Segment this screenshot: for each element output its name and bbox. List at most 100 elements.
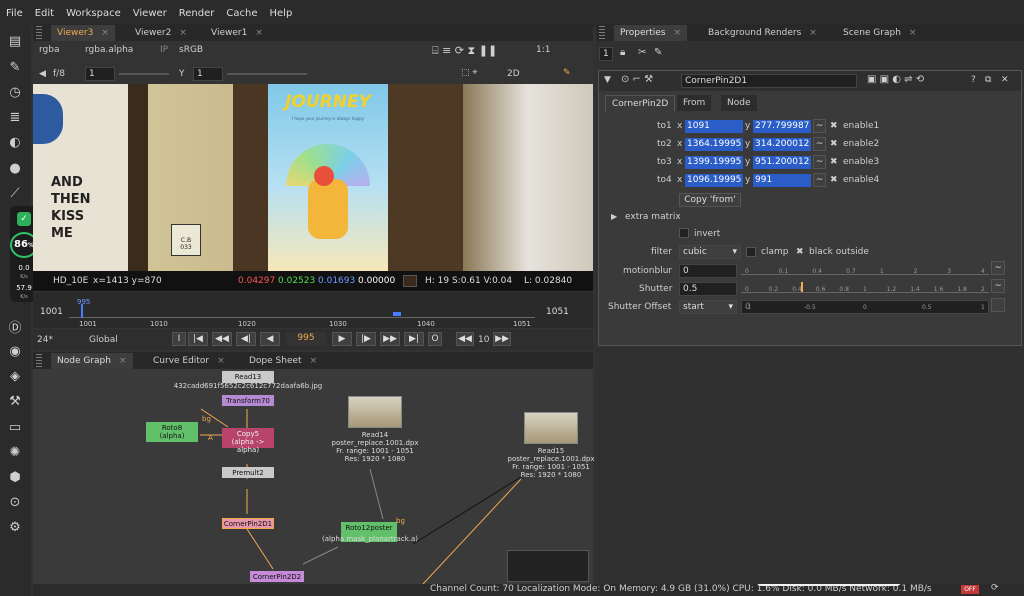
out-point-button[interactable]: O <box>428 332 442 346</box>
node-color-icons[interactable]: ▣ ▣ ◐ ⇌ ⟲ <box>867 74 924 85</box>
current-frame-field[interactable]: 995 <box>286 332 326 346</box>
ip-button[interactable]: IP <box>160 45 168 55</box>
roto8-node[interactable]: Roto8 (alpha) <box>146 422 198 442</box>
tab-scene-graph[interactable]: Scene Graph × <box>837 25 922 41</box>
menu-file[interactable]: File <box>0 8 29 19</box>
close-icon[interactable]: ✕ <box>1001 75 1009 85</box>
fps-select[interactable]: 24* <box>37 335 53 345</box>
prev-key-button[interactable]: ◀◀ <box>212 332 232 346</box>
invert-checkbox[interactable] <box>679 228 689 238</box>
edit-icon[interactable]: ✎ <box>654 47 662 58</box>
tab-node[interactable]: Node <box>721 95 757 111</box>
menu-viewer[interactable]: Viewer <box>127 8 173 19</box>
next-frame-button[interactable]: |▶ <box>356 332 376 346</box>
curve-icon[interactable]: ~ <box>813 173 826 187</box>
cornerpin2d2-node[interactable]: CornerPin2D2 <box>250 571 304 582</box>
channels-select[interactable]: rgba <box>39 45 59 55</box>
float-icon[interactable]: ⧉ <box>985 75 991 85</box>
curve-icon[interactable]: ~ <box>813 137 826 151</box>
tab-dope-sheet[interactable]: Dope Sheet × <box>243 353 323 369</box>
shutter-field[interactable]: 0.5 <box>679 282 737 296</box>
graph-minimap[interactable] <box>507 550 589 582</box>
fstop-arrow-icon[interactable]: ◀ <box>39 69 46 79</box>
tab-curve-editor[interactable]: Curve Editor × <box>147 353 231 369</box>
clamp-checkbox[interactable] <box>746 247 756 257</box>
step-field[interactable]: 10 <box>478 335 489 345</box>
tab-background-renders[interactable]: Background Renders × <box>702 25 823 41</box>
curve-icon[interactable]: ~ <box>991 261 1005 275</box>
paint-brush-icon[interactable]: ✎ <box>5 58 25 76</box>
close-icon[interactable]: × <box>101 28 109 38</box>
to1-y-field[interactable]: 277.799987 <box>753 120 811 133</box>
transform70-node[interactable]: Transform70 <box>222 395 274 406</box>
expand-icon[interactable]: ▶ <box>611 212 617 221</box>
close-icon[interactable]: × <box>119 356 127 366</box>
drive-icon[interactable]: ▭ <box>5 418 25 436</box>
color-picker-icon[interactable]: ✎ <box>563 68 571 78</box>
tag-icon[interactable]: ◈ <box>5 367 25 385</box>
colorspace-select[interactable]: sRGB <box>179 45 203 55</box>
scope-select[interactable]: Global <box>89 335 118 345</box>
in-point-button[interactable]: I <box>172 332 186 346</box>
premult2-node[interactable]: Premult2 <box>222 467 274 478</box>
to4-y-field[interactable]: 991 <box>753 174 811 187</box>
props-count-field[interactable]: 1 <box>599 47 613 61</box>
color-icon[interactable]: ◐ <box>5 133 25 151</box>
timeline[interactable]: 1001 995 1001 1010 1020 1030 1040 1051 1… <box>33 292 593 328</box>
nuke-logo-icon[interactable]: ⊙ <box>5 493 25 511</box>
enable1-checkbox[interactable]: ✖ <box>830 121 838 131</box>
shutter-offset-select[interactable]: start ▾ <box>679 300 737 314</box>
curve-icon[interactable]: ~ <box>813 155 826 169</box>
tab-cornerpin2d[interactable]: CornerPin2D <box>605 95 676 111</box>
cube-icon[interactable]: ⬢ <box>5 468 25 486</box>
to2-x-field[interactable]: 1364.19995 <box>685 138 743 151</box>
settings-icon[interactable]: ⚙ <box>5 518 25 536</box>
copy-from-button[interactable]: Copy 'from' <box>679 193 741 207</box>
curve-icon[interactable]: ~ <box>991 279 1005 293</box>
to1-x-field[interactable]: 1091 <box>685 120 743 133</box>
eye-icon[interactable]: ◉ <box>5 342 25 360</box>
node-icons[interactable]: ⊙ ⌐ ⚒ <box>621 74 653 85</box>
filter-select[interactable]: cubic ▾ <box>679 245 741 259</box>
gamma-field[interactable]: 1 <box>193 67 223 81</box>
timeline-start-field[interactable]: 1001 <box>37 306 67 320</box>
tab-node-graph[interactable]: Node Graph × <box>51 353 133 369</box>
menu-help[interactable]: Help <box>264 8 299 19</box>
black-outside-checkbox[interactable]: ✖ <box>796 247 804 257</box>
refresh-icon[interactable]: ⟳ <box>991 583 999 593</box>
zoom-select[interactable]: 1:1 <box>536 45 550 55</box>
view-mode-select[interactable]: 2D <box>507 69 520 79</box>
motionblur-field[interactable]: 0 <box>679 264 737 278</box>
playhead[interactable] <box>81 304 83 318</box>
menu-edit[interactable]: Edit <box>29 8 60 19</box>
tab-properties[interactable]: Properties × <box>614 25 688 41</box>
skip-back-button[interactable]: ◀◀ <box>456 332 474 346</box>
menu-cache[interactable]: Cache <box>220 8 263 19</box>
viewer-icons[interactable]: ⌸ ≡ ⟳ ⧗ ❚❚ <box>432 44 497 58</box>
channel-icon[interactable]: ≣ <box>5 108 25 126</box>
lock-icon[interactable]: 🔒︎ <box>620 47 625 58</box>
keyer-icon[interactable]: ⟋ <box>5 184 25 202</box>
read14-thumbnail[interactable] <box>348 396 402 428</box>
cornerpin2d1-node[interactable]: CornerPin2D1 <box>222 518 274 529</box>
to3-y-field[interactable]: 951.200012 <box>753 156 811 169</box>
deep-icon[interactable]: Ⓓ <box>5 317 25 336</box>
collapse-icon[interactable]: ▼ <box>604 75 611 85</box>
skip-forward-button[interactable]: ▶▶ <box>493 332 511 346</box>
panel-grip[interactable] <box>36 26 42 40</box>
to4-x-field[interactable]: 1096.19995 <box>685 174 743 187</box>
close-icon[interactable]: × <box>809 28 817 38</box>
next-key-button[interactable]: ▶▶ <box>380 332 400 346</box>
help-icon[interactable]: ? <box>971 75 976 85</box>
enable4-checkbox[interactable]: ✖ <box>830 175 838 185</box>
panel-grip[interactable] <box>599 26 605 40</box>
clear-icon[interactable]: ✂ <box>638 47 646 58</box>
fstop-field[interactable]: 1 <box>85 67 115 81</box>
enable2-checkbox[interactable]: ✖ <box>830 139 838 149</box>
timeline-ruler[interactable] <box>69 308 535 318</box>
prev-frame-button[interactable]: ◀| <box>236 332 256 346</box>
menu-workspace[interactable]: Workspace <box>60 8 127 19</box>
play-button[interactable]: ▶ <box>332 332 352 346</box>
viewer-canvas[interactable]: AND THEN KISS ME C.B 033 JOURNEY I hope … <box>33 84 593 271</box>
close-icon[interactable]: × <box>310 356 318 366</box>
